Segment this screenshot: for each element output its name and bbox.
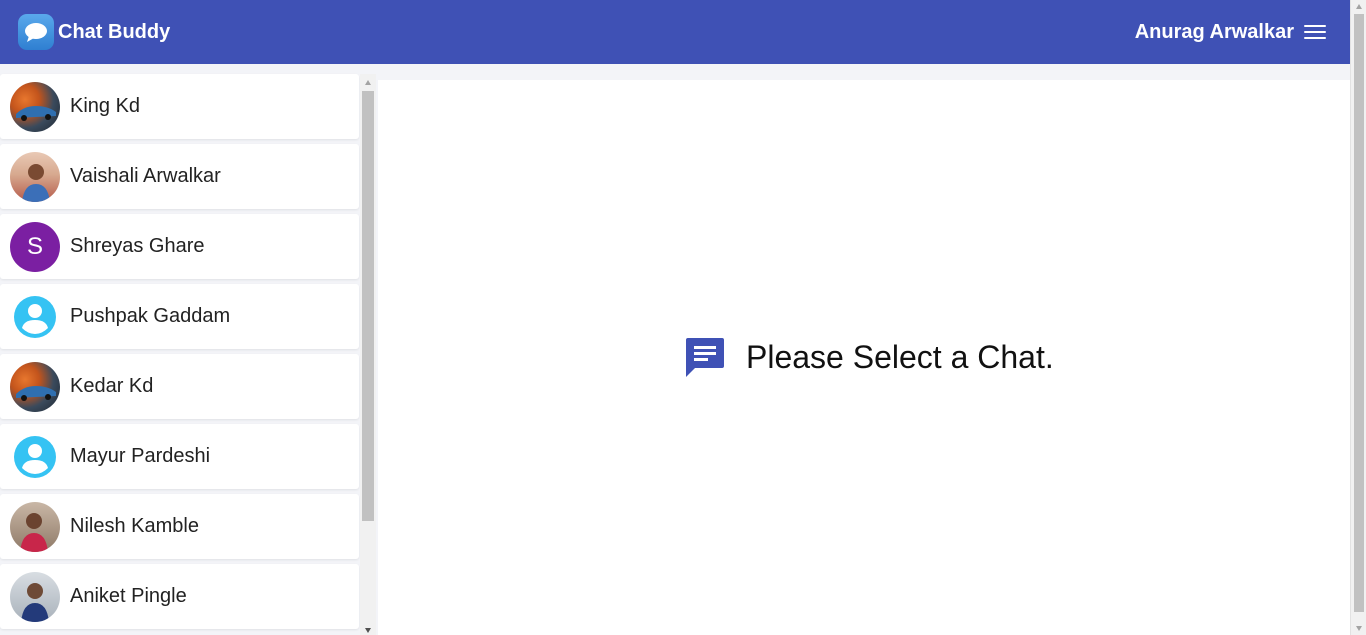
- chat-item-pushpak-gaddam[interactable]: Pushpak Gaddam: [0, 284, 359, 349]
- chat-panel: Please Select a Chat.: [378, 80, 1350, 635]
- scroll-up-arrow-icon[interactable]: [365, 80, 371, 85]
- chat-item-king-kd[interactable]: King Kd: [0, 74, 359, 139]
- chat-bubble-icon: [18, 14, 54, 50]
- scrollbar-thumb[interactable]: [1354, 14, 1364, 612]
- chat-item-shreyas-ghare[interactable]: S Shreyas Ghare: [0, 214, 359, 279]
- sidebar-scrollbar[interactable]: [360, 74, 376, 635]
- page-scrollbar[interactable]: [1350, 0, 1366, 635]
- chat-name: Shreyas Ghare: [70, 235, 205, 257]
- empty-state: Please Select a Chat.: [684, 336, 1054, 378]
- default-person-icon: [10, 291, 60, 342]
- avatar: [10, 361, 60, 412]
- scroll-down-arrow-icon[interactable]: [365, 628, 371, 633]
- chat-name: Aniket Pingle: [70, 585, 187, 607]
- user-name[interactable]: Anurag Arwalkar: [1135, 21, 1294, 44]
- chat-item-aniket-pingle[interactable]: Aniket Pingle: [0, 564, 359, 629]
- avatar: S: [10, 221, 60, 272]
- chat-name: Kedar Kd: [70, 375, 154, 397]
- avatar: [10, 81, 60, 132]
- chat-item-nilesh-kamble[interactable]: Nilesh Kamble: [0, 494, 359, 559]
- chat-name: Nilesh Kamble: [70, 515, 199, 537]
- chat-name: Pushpak Gaddam: [70, 305, 231, 327]
- chat-name: Mayur Pardeshi: [70, 445, 211, 467]
- scrollbar-thumb[interactable]: [362, 91, 374, 521]
- brand[interactable]: Chat Buddy: [18, 14, 170, 50]
- scroll-up-arrow-icon[interactable]: [1356, 4, 1362, 9]
- chat-name: King Kd: [70, 95, 141, 117]
- empty-state-message: Please Select a Chat.: [746, 338, 1054, 375]
- chat-name: Vaishali Arwalkar: [70, 165, 221, 187]
- hamburger-menu-icon[interactable]: [1304, 21, 1326, 43]
- user-menu[interactable]: Anurag Arwalkar: [1135, 21, 1326, 44]
- scroll-down-arrow-icon[interactable]: [1356, 626, 1362, 631]
- avatar: [10, 571, 60, 622]
- app-title: Chat Buddy: [58, 20, 171, 43]
- avatar: [10, 501, 60, 552]
- chat-message-icon: [686, 338, 724, 377]
- default-person-icon: [10, 431, 60, 482]
- avatar: [10, 151, 60, 202]
- chat-item-kedar-kd[interactable]: Kedar Kd: [0, 354, 359, 419]
- chat-sidebar: King Kd Vaishali Arwalkar S Shreyas Ghar…: [0, 64, 376, 635]
- avatar-initial: S: [26, 232, 43, 260]
- chat-list: King Kd Vaishali Arwalkar S Shreyas Ghar…: [0, 74, 359, 634]
- app-header: Chat Buddy Anurag Arwalkar: [0, 0, 1350, 64]
- chat-item-vaishali-arwalkar[interactable]: Vaishali Arwalkar: [0, 144, 359, 209]
- chat-item-mayur-pardeshi[interactable]: Mayur Pardeshi: [0, 424, 359, 489]
